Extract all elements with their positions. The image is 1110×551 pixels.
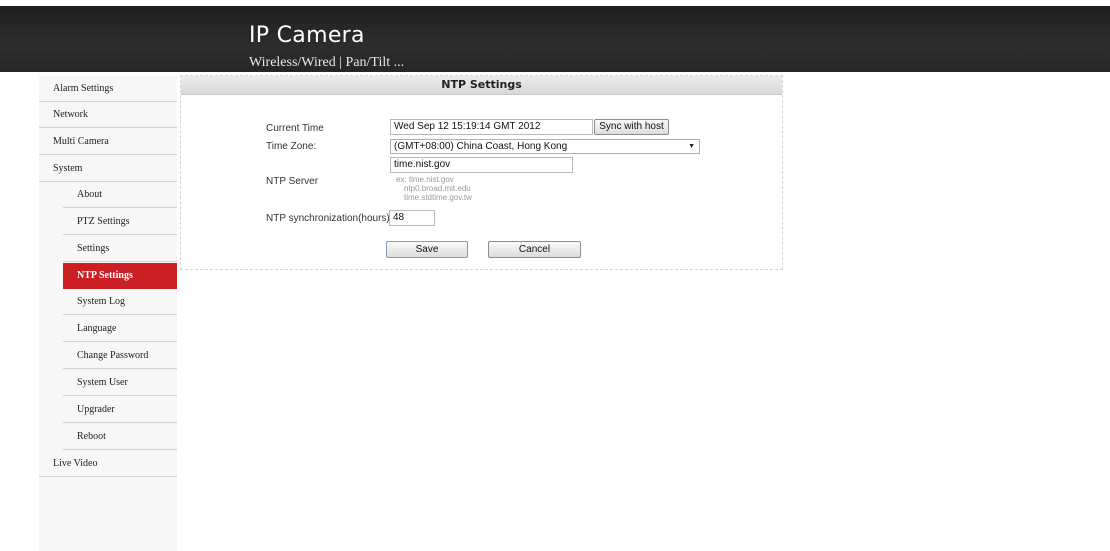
sidebar-item-network[interactable]: Network bbox=[39, 102, 177, 128]
top-header: IP Camera Wireless/Wired | Pan/Tilt ... bbox=[0, 6, 1110, 72]
ntp-server-hint-line: ntp0.broad.mit.edu bbox=[404, 184, 471, 193]
sidebar-item-label: Settings bbox=[77, 243, 110, 254]
dropdown-arrow-icon: ▼ bbox=[688, 143, 695, 150]
sidebar-item-ntp-settings[interactable]: NTP Settings bbox=[63, 263, 177, 289]
sidebar-item-ptz-settings[interactable]: PTZ Settings bbox=[63, 209, 177, 235]
sidebar-item-label: Multi Camera bbox=[53, 136, 109, 147]
panel-title: NTP Settings bbox=[181, 76, 782, 95]
sidebar-item-live-video[interactable]: Live Video bbox=[39, 451, 177, 477]
sidebar-item-label: Network bbox=[53, 109, 88, 120]
time-zone-select[interactable]: (GMT+08:00) China Coast, Hong Kong ▼ bbox=[390, 139, 700, 154]
sidebar-item-label: Alarm Settings bbox=[53, 83, 114, 94]
sidebar-item-label: Change Password bbox=[77, 350, 149, 361]
sidebar-item-system[interactable]: System bbox=[39, 156, 177, 182]
sidebar-item-language[interactable]: Language bbox=[63, 316, 177, 342]
ntp-server-input[interactable]: time.nist.gov bbox=[390, 157, 573, 173]
header-subnav[interactable]: Wireless/Wired | Pan/Tilt ... bbox=[249, 55, 404, 71]
sidebar-item-label: Live Video bbox=[53, 458, 98, 469]
current-time-label: Current Time bbox=[266, 123, 324, 134]
sidebar-item-label: System Log bbox=[77, 296, 126, 307]
sidebar-item-label: PTZ Settings bbox=[77, 216, 130, 227]
sidebar-item-system-log[interactable]: System Log bbox=[63, 289, 177, 315]
sidebar-item-label: About bbox=[77, 189, 102, 200]
app-title: IP Camera bbox=[249, 23, 365, 48]
sidebar-item-label: Upgrader bbox=[77, 404, 115, 415]
save-button[interactable]: Save bbox=[386, 241, 468, 258]
sidebar-item-alarm-settings[interactable]: Alarm Settings bbox=[39, 76, 177, 102]
ntp-settings-panel: NTP Settings Current Time Wed Sep 12 15:… bbox=[180, 75, 783, 270]
sidebar-item-label: System User bbox=[77, 377, 128, 388]
ntp-sync-hours-label: NTP synchronization(hours) bbox=[266, 213, 390, 224]
sidebar-item-change-password[interactable]: Change Password bbox=[63, 343, 177, 369]
sidebar-item-reboot[interactable]: Reboot bbox=[63, 424, 177, 450]
ntp-server-hint-line: ex: time.nist.gov bbox=[396, 175, 454, 184]
sidebar-item-upgrader[interactable]: Upgrader bbox=[63, 397, 177, 423]
sidebar-item-about[interactable]: About bbox=[63, 182, 177, 208]
sidebar-item-label: System bbox=[53, 163, 83, 174]
sidebar-item-label: Language bbox=[77, 323, 117, 334]
cancel-button[interactable]: Cancel bbox=[488, 241, 581, 258]
time-zone-value: (GMT+08:00) China Coast, Hong Kong bbox=[394, 141, 568, 152]
sidebar: Alarm Settings Network Multi Camera Syst… bbox=[39, 76, 177, 551]
ntp-sync-hours-input[interactable]: 48 bbox=[389, 210, 435, 226]
sidebar-item-label: Reboot bbox=[77, 431, 106, 442]
ntp-server-label: NTP Server bbox=[266, 176, 319, 187]
sidebar-item-system-user[interactable]: System User bbox=[63, 370, 177, 396]
sidebar-item-settings[interactable]: Settings bbox=[63, 236, 177, 262]
ntp-server-hint: ex: time.nist.gov ntp0.broad.mit.edu tim… bbox=[396, 175, 472, 202]
sync-with-host-button[interactable]: Sync with host bbox=[594, 119, 669, 135]
ntp-server-hint-line: time.stdtime.gov.tw bbox=[404, 193, 472, 202]
sidebar-item-label: NTP Settings bbox=[77, 270, 133, 281]
current-time-field[interactable]: Wed Sep 12 15:19:14 GMT 2012 bbox=[390, 119, 593, 135]
sidebar-item-multi-camera[interactable]: Multi Camera bbox=[39, 129, 177, 155]
time-zone-label: Time Zone: bbox=[266, 141, 317, 152]
